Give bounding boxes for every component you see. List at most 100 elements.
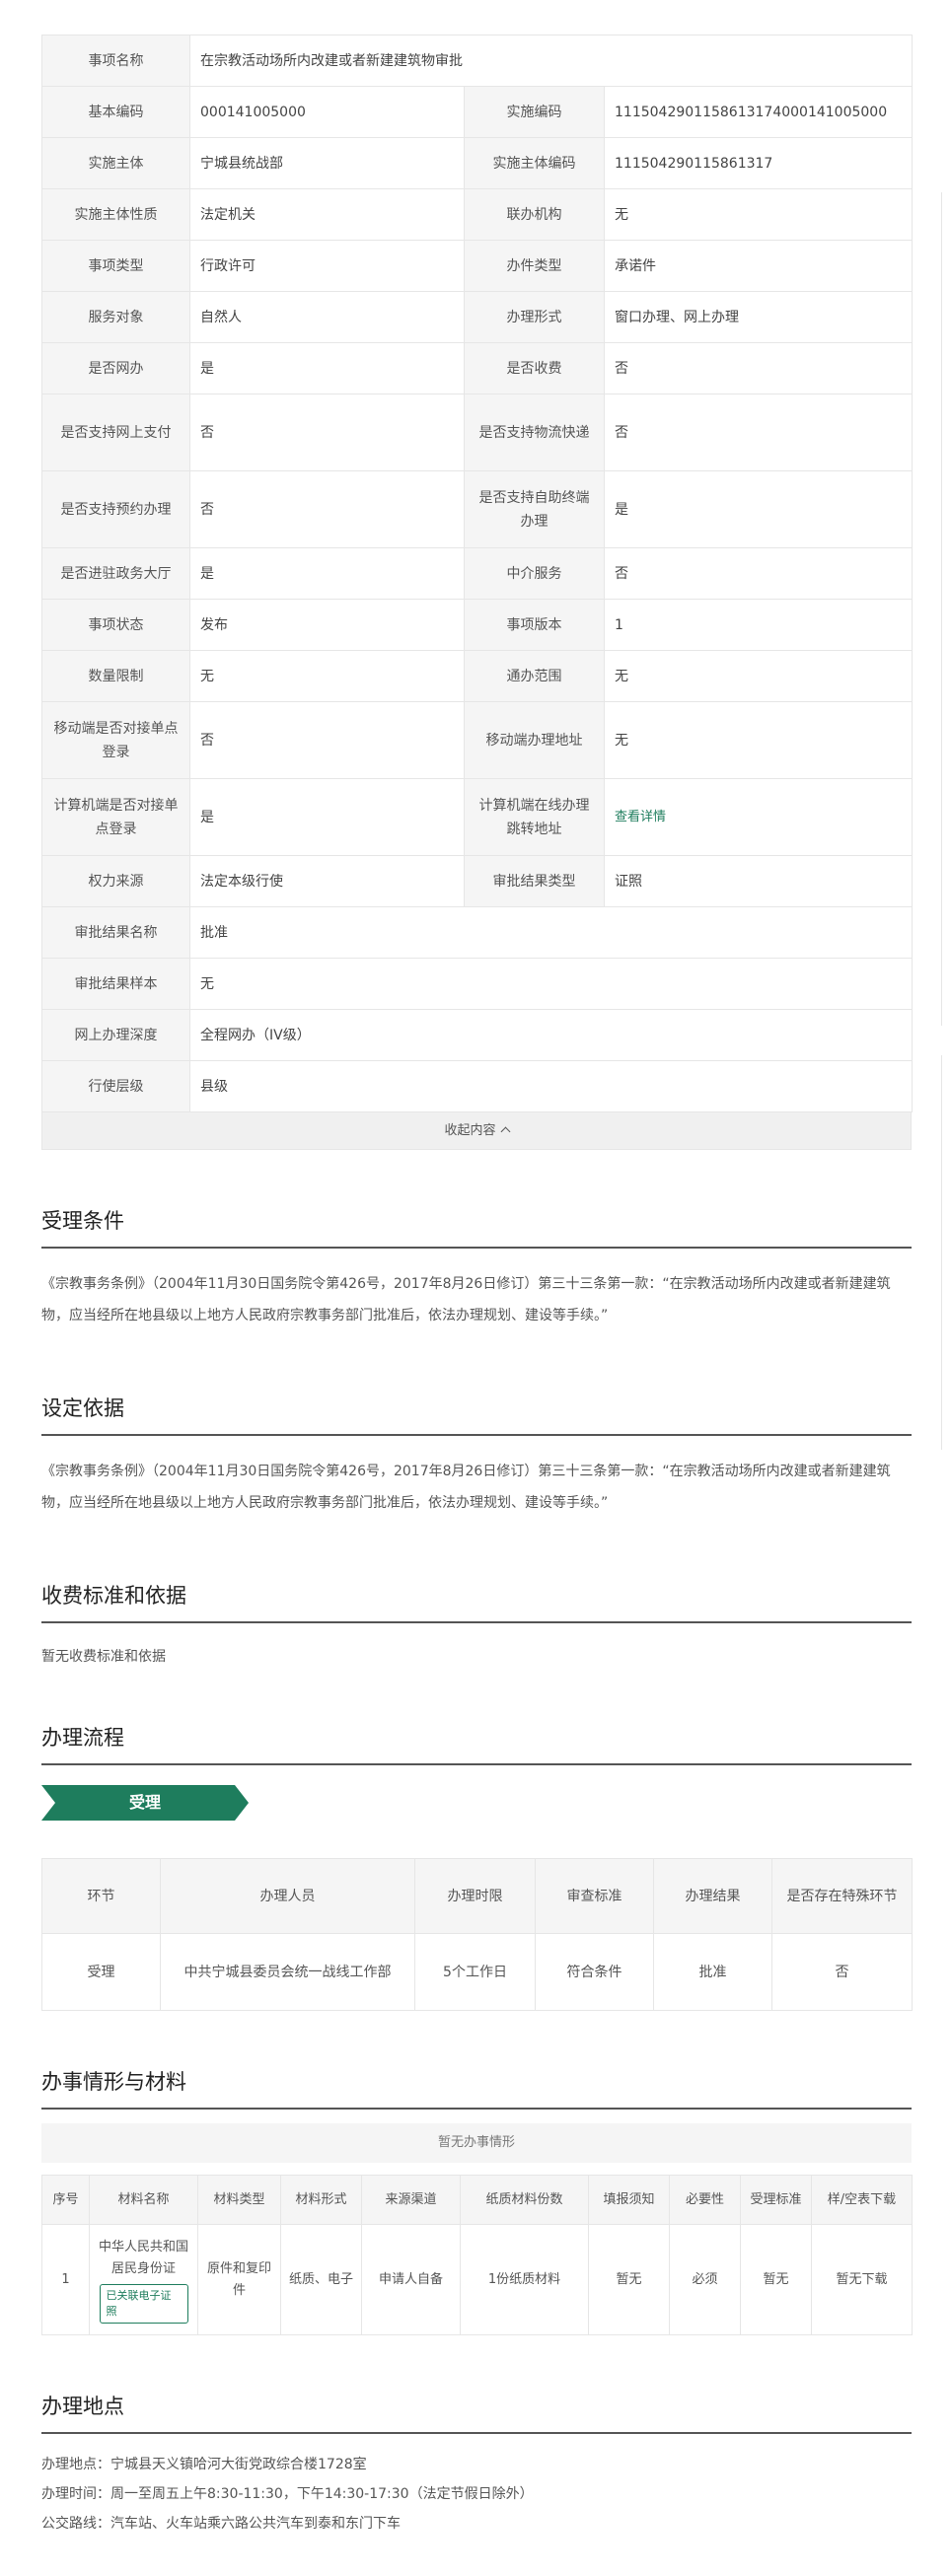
location-line: 办理地点：宁城县天义镇哈河大街党政综合楼1728室 bbox=[41, 2457, 367, 2472]
info-value: 全程网办（IV级） bbox=[188, 1009, 914, 1061]
location-line: 办理时间：周一至周五上午8:30-11:30，下午14:30-17:30（法定节… bbox=[41, 2486, 534, 2502]
info-label: 数量限制 bbox=[41, 650, 190, 702]
info-row: 网上办理深度 全程网办（IV级） bbox=[41, 1009, 914, 1061]
process-cell: 批准 bbox=[653, 1933, 772, 2011]
info-value: 在宗教活动场所内改建或者新建建筑物审批 bbox=[188, 35, 914, 87]
material-notice: 暂无 bbox=[588, 2224, 670, 2335]
info-label: 是否支持预约办理 bbox=[41, 470, 190, 548]
process-header: 是否存在特殊环节 bbox=[771, 1858, 913, 1934]
e-license-badge[interactable]: 已关联电子证照 bbox=[99, 2283, 188, 2324]
info-label: 实施主体 bbox=[41, 137, 190, 189]
materials-section: 办事情形与材料 暂无办事情形 序号 材料名称 材料类型 材料形式 来源渠道 纸质材料份数填… bbox=[41, 2066, 913, 2335]
process-cell: 中共宁城县委员会统一战线工作部 bbox=[160, 1933, 415, 2011]
location-section: 办理地点 办理地点：宁城县天义镇哈河大街党政综合楼1728室办理时间：周一至周五… bbox=[41, 2391, 912, 2539]
page-content: 事项名称 在宗教活动场所内改建或者新建建筑物审批 基本编码 000141005000 实… bbox=[41, 35, 914, 2539]
materials-header: 材料类型 bbox=[197, 2175, 281, 2225]
info-label: 办理形式 bbox=[464, 291, 605, 343]
info-row: 是否支持网上支付否是否支持物流快递否 bbox=[41, 394, 914, 471]
info-label: 审批结果样本 bbox=[41, 958, 190, 1010]
process-header: 审查标准 bbox=[535, 1858, 654, 1934]
materials-header: 样/空表下载 bbox=[811, 2175, 913, 2225]
material-name-cell: 中华人民共和国居民身份证已关联电子证照 bbox=[89, 2224, 198, 2335]
info-value: 1 bbox=[603, 599, 914, 651]
info-value: 批准 bbox=[188, 906, 914, 959]
process-header: 办理结果 bbox=[653, 1858, 772, 1934]
materials-header: 受理标准 bbox=[740, 2175, 812, 2225]
process-step-accept[interactable]: 受理 bbox=[41, 1785, 249, 1821]
info-label: 通办范围 bbox=[464, 650, 605, 702]
info-label: 移动端是否对接单点登录 bbox=[41, 701, 190, 779]
process-title: 办理流程 bbox=[41, 1722, 912, 1765]
info-label: 网上办理深度 bbox=[41, 1009, 190, 1061]
info-value: 无 bbox=[188, 958, 914, 1010]
process-cell: 5个工作日 bbox=[414, 1933, 536, 2011]
materials-header: 填报须知 bbox=[588, 2175, 670, 2225]
fee-section: 收费标准和依据 暂无收费标准和依据 bbox=[41, 1580, 912, 1673]
legal-basis-section: 设定依据 《宗教事务条例》（2004年11月30日国务院令第426号，2017年… bbox=[41, 1393, 912, 1519]
info-row: 是否支持预约办理否是否支持自助终端办理是 bbox=[41, 470, 914, 548]
info-value: 自然人 bbox=[189, 291, 465, 343]
material-no: 1 bbox=[41, 2224, 90, 2335]
accept-conditions-text: 《宗教事务条例》（2004年11月30日国务院令第426号，2017年8月26日… bbox=[41, 1276, 891, 1324]
info-label: 权力来源 bbox=[41, 855, 190, 907]
collapse-label: 收起内容 bbox=[444, 1123, 496, 1138]
info-label: 基本编码 bbox=[41, 86, 190, 138]
location-info: 办理地点：宁城县天义镇哈河大街党政综合楼1728室办理时间：周一至周五上午8:3… bbox=[41, 2450, 912, 2539]
info-value: 窗口办理、网上办理 bbox=[603, 291, 914, 343]
info-label: 事项状态 bbox=[41, 599, 190, 651]
info-label: 中介服务 bbox=[464, 547, 605, 600]
material-name: 中华人民共和国居民身份证 bbox=[98, 2239, 188, 2276]
legal-basis-title: 设定依据 bbox=[41, 1393, 912, 1436]
info-label: 实施主体性质 bbox=[41, 188, 190, 241]
process-header: 办理人员 bbox=[160, 1858, 415, 1934]
info-value: 无 bbox=[603, 650, 914, 702]
materials-header: 必要性 bbox=[669, 2175, 741, 2225]
info-label: 服务对象 bbox=[41, 291, 190, 343]
info-row: 行使层级 县级 bbox=[41, 1060, 914, 1112]
info-value: 111504290115861317 bbox=[603, 137, 914, 189]
location-title: 办理地点 bbox=[41, 2391, 912, 2434]
info-row: 基本编码 000141005000 实施编码 11150429011586131740… bbox=[41, 86, 914, 138]
info-row: 实施主体 宁城县统战部 实施主体编码 111504290115861317 bbox=[41, 137, 914, 189]
accept-conditions-section: 受理条件 《宗教事务条例》（2004年11月30日国务院令第426号，2017年… bbox=[41, 1205, 912, 1331]
info-value: 承诺件 bbox=[603, 240, 914, 292]
process-cell: 否 bbox=[771, 1933, 913, 2011]
scroll-track-2 bbox=[941, 444, 942, 1026]
info-label: 行使层级 bbox=[41, 1060, 190, 1112]
info-label: 事项名称 bbox=[41, 35, 190, 87]
material-form: 纸质、电子 bbox=[280, 2224, 362, 2335]
info-row: 是否进驻政务大厅是中介服务否 bbox=[41, 547, 914, 600]
info-row: 审批结果名称 批准 bbox=[41, 906, 914, 959]
info-label: 事项类型 bbox=[41, 240, 190, 292]
info-value: 是 bbox=[189, 778, 465, 856]
info-label: 是否进驻政务大厅 bbox=[41, 547, 190, 600]
info-value: 否 bbox=[189, 394, 465, 471]
fee-text: 暂无收费标准和依据 bbox=[41, 1649, 166, 1665]
material-copies: 1份纸质材料 bbox=[460, 2224, 589, 2335]
collapse-content-button[interactable]: 收起内容 bbox=[41, 1112, 912, 1150]
info-value: 法定本级行使 bbox=[189, 855, 465, 907]
material-type: 原件和复印件 bbox=[197, 2224, 281, 2335]
materials-title: 办事情形与材料 bbox=[41, 2066, 912, 2110]
info-row: 实施主体性质 法定机关 联办机构无 bbox=[41, 188, 914, 241]
process-header: 办理时限 bbox=[414, 1858, 536, 1934]
info-label: 实施主体编码 bbox=[464, 137, 605, 189]
legal-basis-text: 《宗教事务条例》（2004年11月30日国务院令第426号，2017年8月26日… bbox=[41, 1464, 891, 1511]
info-label: 计算机端在线办理跳转地址 bbox=[464, 778, 605, 856]
info-value: 否 bbox=[603, 342, 914, 394]
info-value: 否 bbox=[603, 547, 914, 600]
info-value: 宁城县统战部 bbox=[189, 137, 465, 189]
view-details-link[interactable]: 查看详情 bbox=[615, 810, 666, 824]
info-row: 审批结果样本无 bbox=[41, 958, 914, 1010]
material-download[interactable]: 暂无下载 bbox=[811, 2224, 913, 2335]
info-value: 是 bbox=[603, 470, 914, 548]
materials-table: 序号 材料名称 材料类型 材料形式 来源渠道 纸质材料份数 填报须知 必要性 受理标准 样/空表下… bbox=[41, 2175, 913, 2335]
info-value: 11150429011586131740001410050​00 bbox=[603, 86, 914, 138]
materials-header: 纸质材料份数 bbox=[460, 2175, 589, 2225]
info-row: 事项类型 行政许可 办件类型 承诺件 bbox=[41, 240, 914, 292]
scroll-track-3 bbox=[941, 1055, 942, 1450]
info-value: 行政许可 bbox=[189, 240, 465, 292]
process-section: 办理流程 受理 环节 办理人员 办理时限 审查标准 办理结果 是否存在特殊环节 受理 中共宁… bbox=[41, 1722, 913, 2011]
info-label: 是否支持物流快递 bbox=[464, 394, 605, 471]
info-value: 查看详情 bbox=[603, 778, 914, 856]
